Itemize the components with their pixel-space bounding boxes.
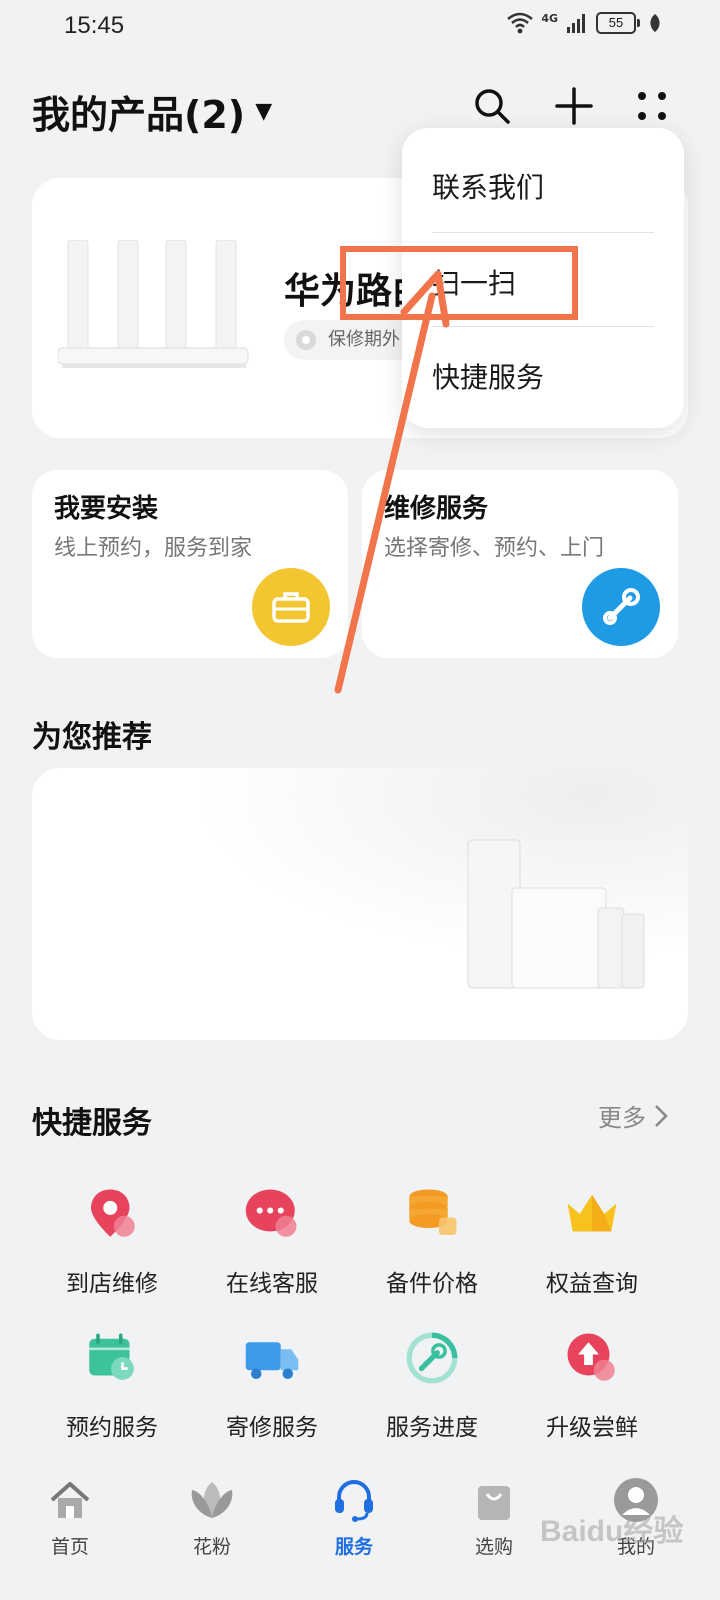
annotation-arrow	[334, 270, 450, 694]
watermark: Baidu经验	[540, 1515, 684, 1548]
